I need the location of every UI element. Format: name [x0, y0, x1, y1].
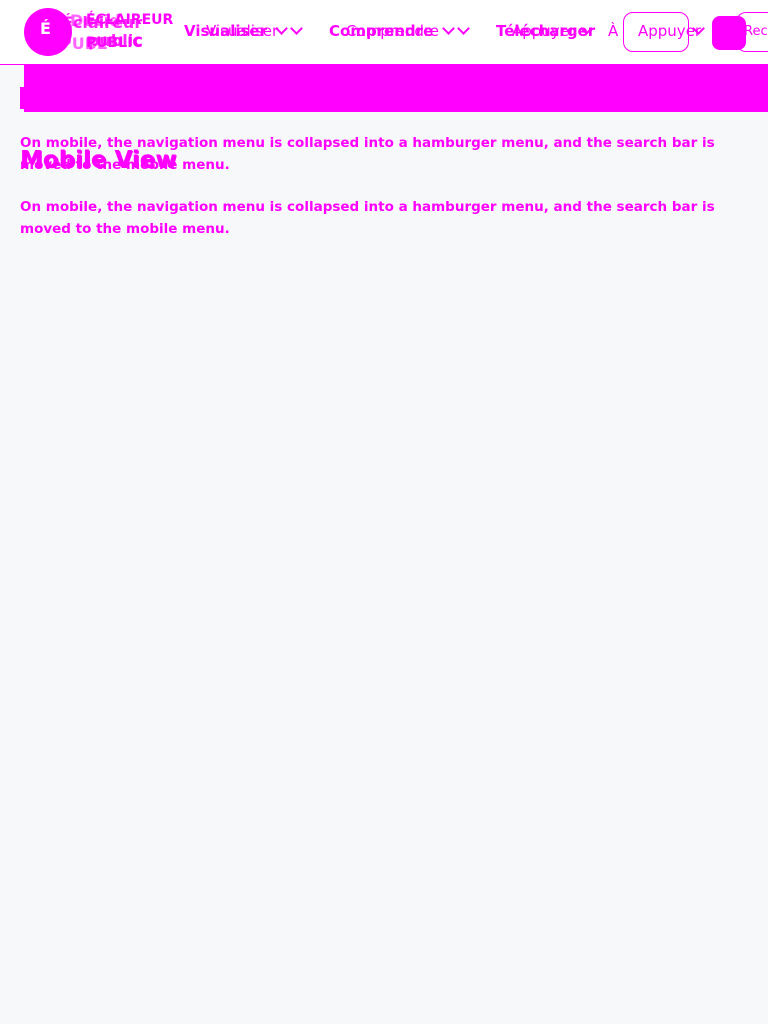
support-button[interactable]: Appuyer	[623, 12, 701, 52]
nav-item-telecharger-overlap: Appuyer	[512, 22, 576, 40]
site-header: É ÉCLAIREUR PUBLIC Éclaireur public Déci…	[0, 0, 768, 65]
nav-item-comprendre-overlap: Comprendre	[346, 22, 439, 40]
logo-title-overlap-4: PUBL	[60, 34, 108, 53]
support-button-label: Appuyer	[638, 22, 702, 40]
chevron-down-icon[interactable]	[457, 22, 470, 35]
nav-item-visualiser-overlap: Visualiser	[206, 22, 279, 40]
chevron-down-icon[interactable]	[442, 22, 455, 35]
logo-icon: É	[40, 19, 51, 38]
mobile-note: On mobile, the navigation menu is collap…	[20, 199, 715, 237]
hero-banner	[24, 65, 768, 112]
chevron-down-icon[interactable]	[290, 22, 303, 35]
banner-edge	[20, 87, 26, 109]
section-title-overlap: Mobile View	[21, 148, 178, 174]
logo-title-overlap-3: Décid	[70, 11, 121, 30]
search-field-label: Rec	[744, 24, 768, 39]
search-field[interactable]: Rec	[736, 12, 768, 52]
